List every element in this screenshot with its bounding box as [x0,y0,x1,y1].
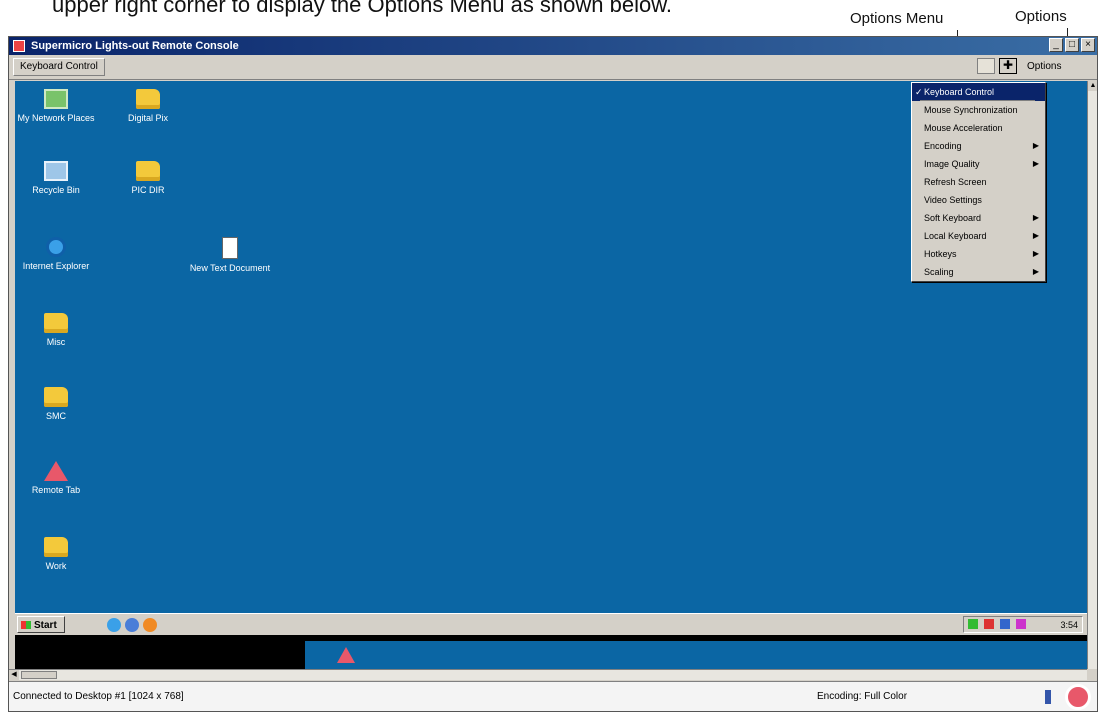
tray-app-icon[interactable] [1016,619,1026,629]
submenu-arrow-icon: ▶ [1032,231,1039,240]
media-quicklaunch-icon[interactable] [143,618,157,632]
tray-clock: 3:54 [1060,620,1078,630]
folder-icon [136,89,160,109]
menu-item-image-quality[interactable]: Image Quality ▶ [912,155,1045,173]
submenu-arrow-icon: ▶ [1032,213,1039,222]
desktop-icon[interactable]: Recycle Bin [11,161,101,195]
start-button[interactable]: Start [17,616,65,633]
menu-item-label: Refresh Screen [924,177,987,187]
options-toolbar-label[interactable]: Options [1027,61,1061,72]
desktop-icon-label: Recycle Bin [32,185,80,195]
desktop-icon[interactable]: My Network Places [11,89,101,123]
status-encoding: Encoding: Full Color [817,691,908,702]
folder-icon [44,313,68,333]
menu-item-hotkeys[interactable]: Hotkeys ▶ [912,245,1045,263]
desktop-icon-label: Misc [46,337,66,347]
status-bar: Connected to Desktop #1 [1024 x 768] Enc… [9,681,1097,711]
menu-item-label: Hotkeys [924,249,957,259]
fit-screen-icon[interactable]: ✚ [999,58,1017,74]
desktop-icon-label: Internet Explorer [22,261,90,271]
submenu-arrow-icon: ▶ [1032,249,1039,258]
menu-item-mouse-sync[interactable]: Mouse Synchronization [912,101,1045,119]
menu-item-label: Encoding [924,141,962,151]
desktop-icon-label: Work [45,561,67,571]
system-tray: 3:54 [963,616,1083,633]
desktop-icon-label: My Network Places [17,113,95,123]
taskbar: Start 3:54 [15,613,1087,636]
desktop-icon-label: Remote Tab [31,485,81,495]
menu-item-refresh-screen[interactable]: Refresh Screen [912,173,1045,191]
status-indicator-icon [1045,690,1051,704]
menu-item-video-settings[interactable]: Video Settings [912,191,1045,209]
desktop-icon[interactable]: Digital Pix [103,89,193,123]
menu-item-keyboard-control[interactable]: ✓ Keyboard Control [912,83,1045,101]
recycle-bin-icon [44,161,68,181]
desktop-icon-label: SMC [46,411,66,421]
menu-item-mouse-accel[interactable]: Mouse Acceleration [912,119,1045,137]
app-icon [13,40,25,52]
close-button[interactable]: × [1081,38,1095,52]
remote-console-window: Supermicro Lights-out Remote Console _ □… [8,36,1098,712]
submenu-arrow-icon: ▶ [1032,267,1039,276]
desktop-icon-label: New Text Document [189,263,271,273]
document-icon [222,237,238,259]
title-bar: Supermicro Lights-out Remote Console _ □… [9,37,1097,55]
desktop-icon[interactable]: New Text Document [185,237,275,273]
menu-item-label: Keyboard Control [924,87,995,97]
menu-item-scaling[interactable]: Scaling ▶ [912,263,1045,281]
folder-icon [44,387,68,407]
horizontal-scrollbar[interactable]: ◀ [9,669,1087,680]
scroll-up-icon[interactable]: ▲ [1088,81,1097,91]
folder-icon [44,537,68,557]
keyboard-control-button[interactable]: Keyboard Control [13,58,105,76]
folder-icon [136,161,160,181]
window-title: Supermicro Lights-out Remote Console [31,40,239,52]
menu-item-label: Soft Keyboard [924,213,982,223]
desktop-icon[interactable]: Internet Explorer [11,237,101,271]
tray-network-icon[interactable] [968,619,978,629]
desktop-icon[interactable]: SMC [11,387,101,421]
menu-item-label: Local Keyboard [924,231,987,241]
menu-item-label: Image Quality [924,159,980,169]
scroll-left-icon[interactable]: ◀ [9,670,19,680]
secondary-desktop-preview [305,641,1087,669]
menu-item-label: Scaling [924,267,954,277]
tray-alert-icon[interactable] [984,619,994,629]
window-buttons: _ □ × [1049,38,1095,54]
desktop-icon[interactable]: Misc [11,313,101,347]
menu-item-label: Mouse Synchronization [924,105,1018,115]
menu-item-local-keyboard[interactable]: Local Keyboard ▶ [912,227,1045,245]
toolbar: Keyboard Control ✚ Options [9,55,1097,80]
desktop-icon[interactable]: PIC DIR [103,161,193,195]
menu-item-soft-keyboard[interactable]: Soft Keyboard ▶ [912,209,1045,227]
menu-item-encoding[interactable]: Encoding ▶ [912,137,1045,155]
desktop-icon[interactable]: Remote Tab [11,461,101,495]
internet-explorer-icon [46,237,66,257]
vertical-scrollbar[interactable]: ▲ [1087,81,1097,669]
network-places-icon [44,89,68,109]
check-icon: ✓ [915,87,923,97]
desktop-quicklaunch-icon[interactable] [125,618,139,632]
desktop-icon-label: PIC DIR [131,185,165,195]
options-menu-callout: Options Menu [850,10,944,27]
minimize-button[interactable]: _ [1049,38,1063,52]
scroll-thumb[interactable] [21,671,57,679]
document-caption: upper right corner to display the Option… [52,0,673,17]
ie-quicklaunch-icon[interactable] [107,618,121,632]
shortcut-icon [44,461,68,481]
maximize-button[interactable]: □ [1065,38,1079,52]
lock-status-icon[interactable] [1065,684,1091,710]
secondary-screen-strip [15,635,1087,669]
options-menu: ✓ Keyboard Control Mouse Synchronization … [911,82,1046,282]
submenu-arrow-icon: ▶ [1032,159,1039,168]
status-connection: Connected to Desktop #1 [1024 x 768] [13,691,184,702]
monitor-icon[interactable] [977,58,995,74]
desktop-icon-label: Digital Pix [127,113,168,123]
desktop-icon[interactable]: Work [11,537,101,571]
tray-volume-icon[interactable] [1000,619,1010,629]
submenu-arrow-icon: ▶ [1032,141,1039,150]
menu-item-label: Mouse Acceleration [924,123,1003,133]
options-callout: Options [1015,8,1067,25]
menu-item-label: Video Settings [924,195,982,205]
